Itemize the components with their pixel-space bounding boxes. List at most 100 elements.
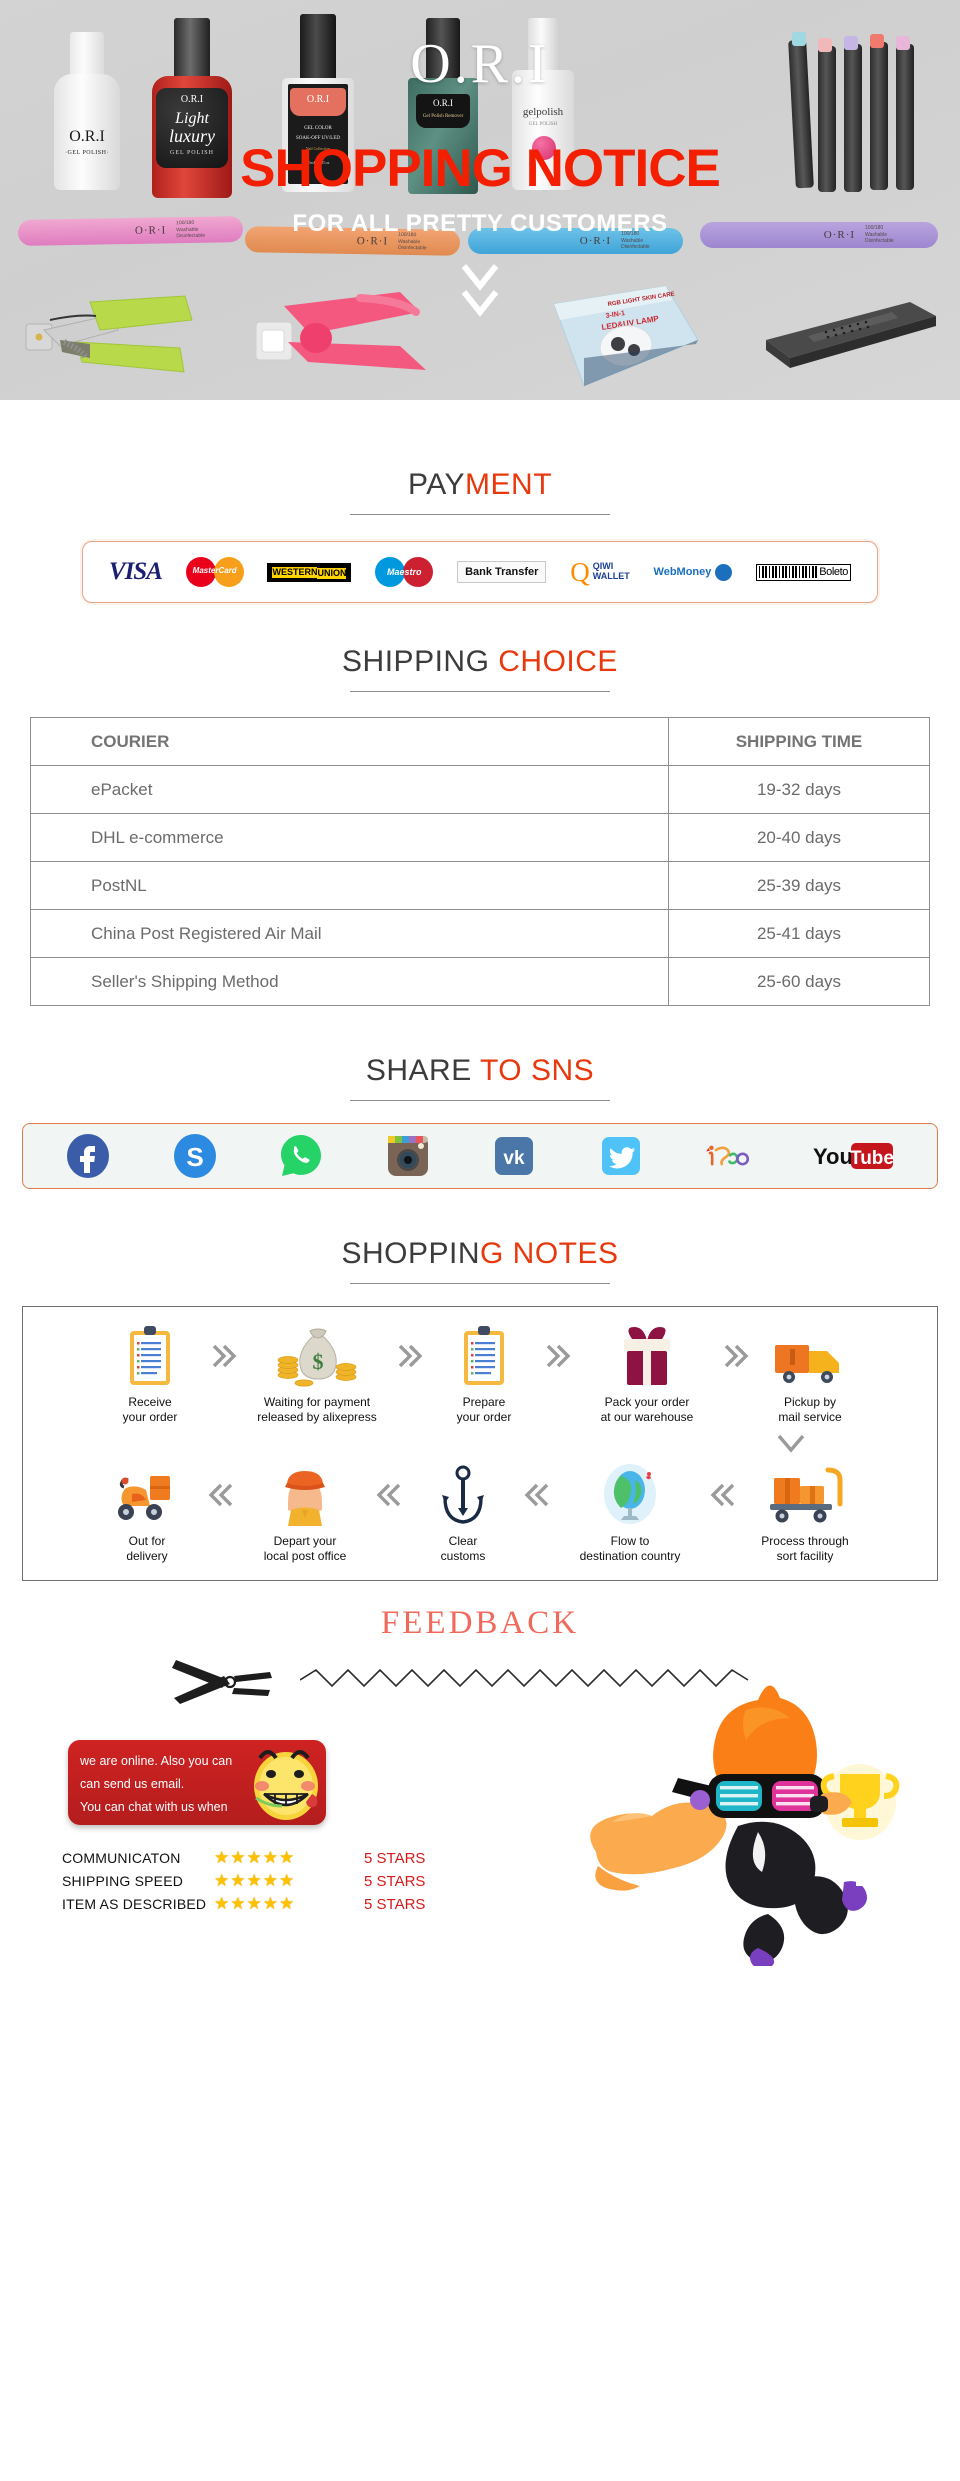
hero-subtitle: FOR ALL PRETTY CUSTOMERS (292, 210, 668, 237)
cell-time: 20-40 days (668, 813, 930, 862)
note-step-depart-post-office: Depart your local post office (239, 1464, 371, 1563)
cell-time: 25-41 days (668, 909, 930, 958)
table-row: ePacket 19-32 days (30, 765, 930, 814)
shipping-title-rule (350, 691, 610, 692)
payment-western-union-icon: WESTERN UNION (267, 562, 352, 582)
cell-courier: Seller's Shipping Method (30, 957, 669, 1006)
note-label: Pickup by mail service (778, 1395, 842, 1424)
payment-title-accent: MENT (465, 468, 553, 501)
payment-title-rule (350, 514, 610, 515)
note-label: Receive your order (122, 1395, 178, 1424)
hero-banner: O.R.I ·GEL POLISH· O.R.I Light luxury GE… (0, 0, 960, 400)
rating-value: 5 STARS (364, 1849, 426, 1867)
svg-text:$: $ (313, 1349, 324, 1374)
rating-value: 5 STARS (364, 1872, 426, 1890)
notes-row-1: Receive your order $ Waiting for payment r (33, 1325, 927, 1424)
youtube-icon[interactable]: You Tube (811, 1133, 895, 1179)
note-label: Clear customs (440, 1534, 486, 1563)
feedback-ratings: COMMUNICATON ★★★★★ 5 STARS SHIPPING SPEE… (62, 1847, 425, 1916)
money-bag-icon: $ (242, 1325, 392, 1387)
whatsapp-icon[interactable] (278, 1133, 324, 1179)
double-chevron-right-icon (392, 1325, 428, 1387)
rating-label: COMMUNICATON (62, 1850, 181, 1866)
rating-row: COMMUNICATON ★★★★★ 5 STARS (62, 1847, 425, 1870)
table-row: PostNL 25-39 days (30, 861, 930, 910)
gift-box-icon (576, 1325, 718, 1387)
note-step-clear-customs: Clear customs (407, 1464, 519, 1563)
notes-flow-down-arrow (33, 1424, 927, 1464)
feedback-title: FEEDBACK (380, 1604, 580, 1641)
table-row: China Post Registered Air Mail 25-41 day… (30, 909, 930, 958)
double-chevron-left-icon (705, 1464, 741, 1526)
notes-title-accent: G NOTES (480, 1237, 619, 1270)
notes-title-dark: SHOPPIN (341, 1237, 480, 1270)
cell-time: 25-60 days (668, 957, 930, 1006)
note-step-pack-order: Pack your order at our warehouse (576, 1325, 718, 1424)
double-chevron-right-icon (206, 1325, 242, 1387)
note-step-flow-destination: Flow to destination country (555, 1464, 705, 1563)
hero-title: SHOPPING NOTICE (240, 139, 721, 198)
payment-webmoney-icon: WebMoney (654, 563, 733, 581)
payment-bank-transfer-icon: Bank Transfer (457, 561, 547, 583)
star-icon: ★★★★★ (214, 1871, 296, 1890)
payment-section-title: PAYMENT (0, 468, 960, 502)
rating-value: 5 STARS (364, 1895, 426, 1913)
note-label: Process through sort facility (761, 1534, 849, 1563)
delivery-truck-icon (754, 1325, 866, 1387)
note-step-prepare-order: Prepare your order (428, 1325, 540, 1424)
note-label: Depart your local post office (263, 1534, 347, 1563)
clipboard-icon (428, 1325, 540, 1387)
chevron-down-icon (777, 1435, 805, 1453)
rating-label: ITEM AS DESCRIBED (62, 1896, 207, 1912)
anchor-icon (407, 1464, 519, 1526)
shipping-title-accent: CHOICE (498, 645, 618, 678)
notes-row-2: Out for delivery Depart your local post of… (33, 1464, 927, 1563)
shipping-table: COURIER SHIPPING TIME ePacket 19-32 days… (30, 717, 930, 1006)
table-row: Seller's Shipping Method 25-60 days (30, 957, 930, 1006)
orange-mascot-icon (560, 1666, 940, 1971)
hero-brand: O.R.I (410, 33, 550, 95)
svg-text:You: You (813, 1144, 853, 1169)
note-label: Out for delivery (126, 1534, 168, 1563)
note-label: Prepare your order (456, 1395, 512, 1424)
note-step-pickup-mail: Pickup by mail service (754, 1325, 866, 1424)
note-step-receive-order: Receive your order (94, 1325, 206, 1424)
instagram-icon[interactable] (385, 1133, 431, 1179)
payment-boleto-icon: Boleto (756, 563, 851, 581)
payment-qiwi-wallet-icon: Q QIWI WALLET (570, 556, 630, 587)
note-label: Pack your order at our warehouse (600, 1395, 694, 1424)
rating-row: ITEM AS DESCRIBED ★★★★★ 5 STARS (62, 1893, 425, 1916)
sns-title-rule (350, 1100, 610, 1101)
globe-icon (555, 1464, 705, 1526)
payment-visa-icon: VISA (108, 558, 163, 585)
clipboard-icon (94, 1325, 206, 1387)
hero-chevron-down-icon (0, 262, 960, 320)
scooter-icon (91, 1464, 203, 1526)
cell-time: 19-32 days (668, 765, 930, 814)
cell-courier: PostNL (30, 861, 669, 910)
feedback-section: we are online. Also you can can send us … (0, 1642, 960, 1972)
note-step-waiting-payment: $ Waiting for payment released by alixepr… (242, 1325, 392, 1424)
rating-label: SHIPPING SPEED (62, 1873, 184, 1889)
double-chevron-right-icon (718, 1325, 754, 1387)
postman-icon (239, 1464, 371, 1527)
payment-maestro-icon: Maestro (375, 557, 434, 587)
sns-title-dark: SHARE (365, 1054, 472, 1087)
note-step-sort-facility: Process through sort facility (741, 1464, 869, 1563)
note-step-out-for-delivery: Out for delivery (91, 1464, 203, 1563)
note-label: Waiting for payment released by alixepres… (257, 1395, 377, 1424)
notes-section-title: SHOPPING NOTES (0, 1237, 960, 1271)
shopping-notes-box: Receive your order $ Waiting for payment r (22, 1306, 938, 1581)
twitter-icon[interactable] (598, 1133, 644, 1179)
itao-icon[interactable] (704, 1133, 750, 1179)
facebook-icon[interactable] (65, 1133, 111, 1179)
double-chevron-left-icon (203, 1464, 239, 1526)
double-chevron-left-icon (371, 1464, 407, 1526)
scissors-icon (170, 1654, 310, 1709)
vk-icon[interactable]: vk (491, 1133, 537, 1179)
skype-icon[interactable]: S (172, 1133, 218, 1179)
double-chevron-right-icon (540, 1325, 576, 1387)
cell-time: 25-39 days (668, 861, 930, 910)
svg-text:vk: vk (504, 1148, 526, 1169)
payment-methods-box: VISA MasterCard WESTERN UNION Maestro Ba… (82, 541, 878, 603)
